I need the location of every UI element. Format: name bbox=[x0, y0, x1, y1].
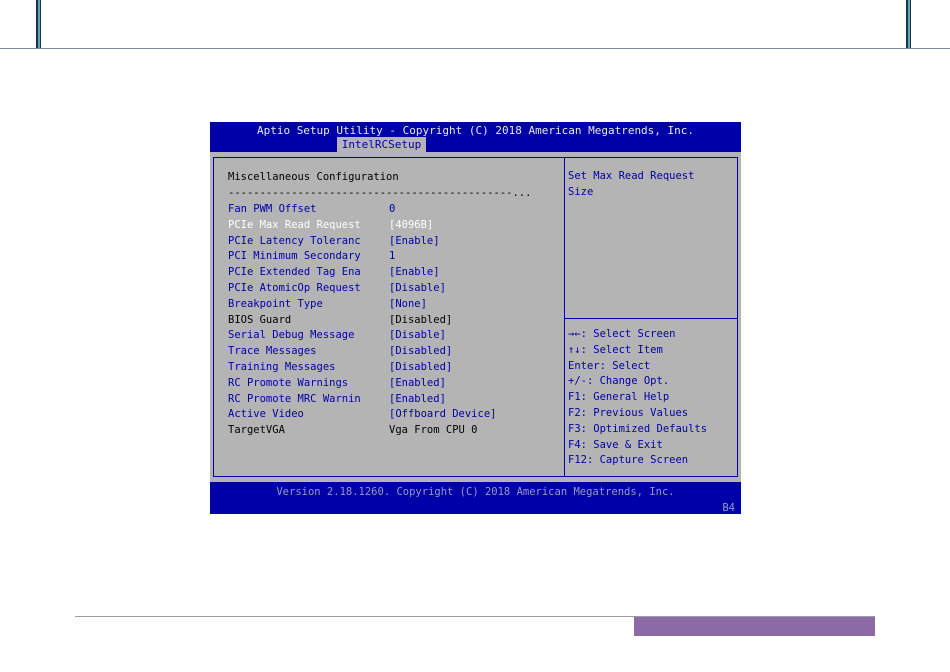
tab-intelrcsetup[interactable]: IntelRCSetup bbox=[337, 137, 426, 152]
setting-label: Serial Debug Message bbox=[228, 329, 355, 342]
key-hint: F2: Previous Values bbox=[568, 406, 689, 419]
help-separator bbox=[565, 318, 738, 319]
section-separator: ----------------------------------------… bbox=[228, 187, 532, 199]
header-rule bbox=[0, 48, 950, 49]
key-legend: →←: Select Screen ↑↓: Select Item Enter: S… bbox=[568, 327, 707, 469]
setting-value[interactable]: 0 bbox=[389, 202, 395, 218]
panel-divider bbox=[564, 157, 565, 477]
setting-value[interactable]: [Enable] bbox=[389, 234, 440, 250]
header-tab-left bbox=[36, 0, 41, 48]
setting-value: Vga From CPU 0 bbox=[389, 424, 478, 437]
setting-row: BIOS Guard [Disabled] bbox=[228, 313, 558, 329]
key-hint: ↑↓: Select Item bbox=[568, 343, 663, 356]
setting-label: Trace Messages bbox=[228, 345, 317, 358]
setting-row[interactable]: Breakpoint Type [None] bbox=[228, 297, 558, 313]
key-hint: F3: Optimized Defaults bbox=[568, 422, 708, 435]
setting-row[interactable]: RC Promote Warnings [Enabled] bbox=[228, 376, 558, 392]
setting-label: PCIe Max Read Request bbox=[228, 218, 361, 231]
footer-accent-bar bbox=[634, 617, 875, 636]
setting-label: TargetVGA bbox=[228, 424, 285, 437]
setting-row[interactable]: PCIe Latency Toleranc [Enable] bbox=[228, 234, 558, 250]
key-hint: Enter: Select bbox=[568, 359, 651, 372]
setting-row[interactable]: PCIe Max Read Request [4096B] bbox=[228, 218, 558, 234]
setting-value[interactable]: 1 bbox=[389, 249, 395, 265]
setting-label: Training Messages bbox=[228, 360, 336, 373]
setting-label: PCIe Extended Tag Ena bbox=[228, 266, 361, 279]
key-hint: +/-: Change Opt. bbox=[568, 375, 670, 388]
setting-row[interactable]: PCI Minimum Secondary 1 bbox=[228, 249, 558, 265]
section-title: Miscellaneous Configuration bbox=[228, 171, 399, 183]
setting-value[interactable]: [Offboard Device] bbox=[389, 407, 496, 423]
bios-footer: Version 2.18.1260. Copyright (C) 2018 Am… bbox=[276, 486, 675, 498]
setting-label: BIOS Guard bbox=[228, 313, 292, 326]
setting-label: Active Video bbox=[228, 408, 304, 421]
key-hint: F12: Capture Screen bbox=[568, 454, 689, 467]
setting-label: PCIe AtomicOp Request bbox=[228, 281, 361, 294]
setting-value[interactable]: [Disabled] bbox=[389, 360, 452, 376]
setting-row[interactable]: RC Promote MRC Warnin [Enabled] bbox=[228, 392, 558, 408]
bios-screen: Aptio Setup Utility - Copyright (C) 2018… bbox=[210, 122, 741, 514]
setting-value: [Disabled] bbox=[389, 313, 453, 326]
setting-row[interactable]: PCIe Extended Tag Ena [Enable] bbox=[228, 265, 558, 281]
setting-label: RC Promote Warnings bbox=[228, 376, 349, 389]
setting-value[interactable]: [4096B] bbox=[389, 218, 433, 234]
setting-row[interactable]: Trace Messages [Disabled] bbox=[228, 344, 558, 360]
setting-value[interactable]: [Disable] bbox=[389, 281, 446, 297]
key-hint: F4: Save & Exit bbox=[568, 438, 663, 451]
setting-label: Fan PWM Offset bbox=[228, 203, 317, 215]
setting-value[interactable]: [Disabled] bbox=[389, 344, 452, 360]
setting-label: RC Promote MRC Warnin bbox=[228, 392, 361, 405]
setting-row[interactable]: Fan PWM Offset 0 bbox=[228, 202, 558, 218]
setting-row[interactable]: Serial Debug Message [Disable] bbox=[228, 328, 558, 344]
setting-label: PCI Minimum Secondary bbox=[228, 250, 361, 263]
setting-value[interactable]: [Enabled] bbox=[389, 376, 446, 392]
post-code: B4 bbox=[722, 502, 735, 514]
setting-row: TargetVGA Vga From CPU 0 bbox=[228, 423, 558, 439]
setting-label: Breakpoint Type bbox=[228, 297, 323, 310]
setting-row[interactable]: PCIe AtomicOp Request [Disable] bbox=[228, 281, 558, 297]
setting-value[interactable]: [None] bbox=[389, 297, 427, 313]
header-tab-right bbox=[906, 0, 911, 48]
bios-main-panel: Miscellaneous Configuration ------------… bbox=[210, 152, 741, 482]
bios-title: Aptio Setup Utility - Copyright (C) 2018… bbox=[256, 124, 695, 137]
help-description: Set Max Read Request Size bbox=[568, 170, 695, 198]
settings-list: Fan PWM Offset 0 PCIe Max Read Request [409… bbox=[228, 202, 558, 439]
setting-value[interactable]: [Enabled] bbox=[389, 392, 446, 408]
setting-row[interactable]: Training Messages [Disabled] bbox=[228, 360, 558, 376]
setting-value[interactable]: [Disable] bbox=[389, 328, 446, 344]
key-hint: →←: Select Screen bbox=[568, 328, 676, 340]
setting-label: PCIe Latency Toleranc bbox=[228, 234, 361, 247]
key-hint: F1: General Help bbox=[568, 391, 670, 404]
setting-row[interactable]: Active Video [Offboard Device] bbox=[228, 407, 558, 423]
setting-value[interactable]: [Enable] bbox=[389, 265, 440, 281]
